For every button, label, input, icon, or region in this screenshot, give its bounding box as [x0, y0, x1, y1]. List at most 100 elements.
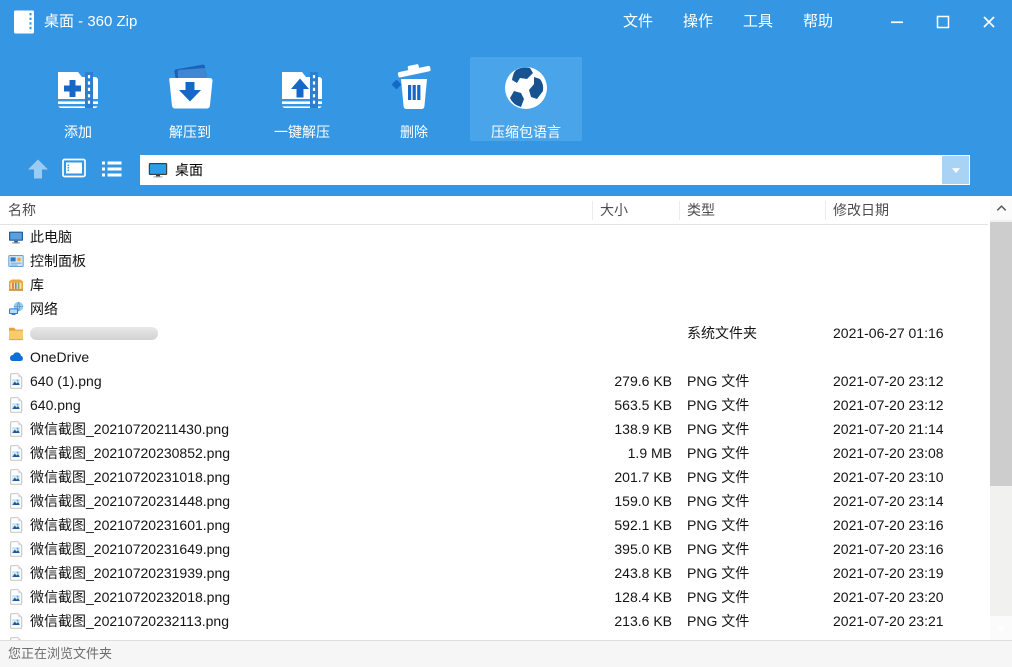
network-icon: [8, 301, 24, 317]
menu-item-file[interactable]: 文件: [608, 0, 668, 44]
table-row[interactable]: 微信截图_20210720230852.png1.9 MBPNG 文件2021-…: [0, 441, 988, 465]
file-date: 2021-07-20 23:19: [833, 561, 944, 585]
extract-to-button[interactable]: 解压到: [134, 57, 246, 141]
file-name: 库: [30, 273, 44, 297]
chevron-down-icon: [994, 621, 1009, 636]
column-header-size[interactable]: 大小: [600, 196, 628, 225]
file-name: 微信截图_20210720211430.png: [30, 417, 229, 441]
tool-label: 解压到: [169, 122, 211, 142]
file-type: PNG 文件: [687, 585, 749, 609]
thumbnail-view-button[interactable]: [59, 155, 89, 183]
column-header-name[interactable]: 名称: [8, 196, 36, 225]
column-header-type[interactable]: 类型: [687, 196, 715, 225]
table-row[interactable]: 微信截图_20210720211430.png 138.9 KB PNG 文件 202…: [0, 417, 988, 441]
maximize-icon: [935, 14, 951, 30]
onedrive-icon: [8, 349, 24, 365]
desktop-icon: [148, 162, 168, 178]
file-type: PNG 文件: [687, 417, 749, 441]
file-name: 微信截图_20210720231939.png: [30, 561, 230, 585]
table-row[interactable]: 控制面板: [0, 249, 988, 273]
table-row[interactable]: 库: [0, 273, 988, 297]
file-date: 2021-07-20 23:08: [833, 441, 944, 465]
file-name: 控制面板: [30, 249, 86, 273]
file-date: 2021-07-20 23:20: [833, 585, 944, 609]
window-controls: [874, 0, 1012, 44]
png-file-icon: [8, 613, 24, 629]
file-name: 640 (1).png: [30, 369, 102, 393]
column-header-date[interactable]: 修改日期: [833, 196, 889, 225]
scroll-down-button[interactable]: [990, 616, 1012, 640]
one-click-extract-button[interactable]: 一键解压: [246, 57, 358, 141]
table-row[interactable]: 640.png563.5 KBPNG 文件2021-07-20 23:12: [0, 393, 988, 417]
menubar: 文件操作工具帮助: [608, 0, 848, 44]
close-icon: [981, 14, 997, 30]
file-name: 微信截图_20210720232113.png: [30, 609, 229, 633]
column-separator: [825, 201, 826, 220]
status-text: 您正在浏览文件夹: [8, 646, 112, 661]
folder-icon: [8, 325, 24, 341]
table-row[interactable]: 微信截图_20210720232018.png128.4 KBPNG 文件202…: [0, 585, 988, 609]
table-row[interactable]: 微信截图_20210720231018.png201.7 KBPNG 文件202…: [0, 465, 988, 489]
file-date: 2021-07-20 23:16: [833, 513, 944, 537]
file-name: 微信截图_20210720231018.png: [30, 465, 230, 489]
minimize-button[interactable]: [874, 0, 920, 44]
address-dropdown-button[interactable]: [942, 156, 969, 184]
titlebar: 桌面 - 360 Zip 文件操作工具帮助: [0, 0, 1012, 44]
file-type: PNG 文件: [687, 393, 749, 417]
table-row[interactable]: 微信截图_20210720231448.png159.0 KBPNG 文件202…: [0, 489, 988, 513]
up-arrow-icon[interactable]: [25, 156, 51, 182]
archive-language-button[interactable]: 压缩包语言: [470, 57, 582, 141]
png-file-icon: [8, 565, 24, 581]
window-chrome: 桌面 - 360 Zip 文件操作工具帮助 添加 解压到 一键解压删除压缩包语言 桌…: [0, 0, 1012, 196]
file-type: PNG 文件: [687, 489, 749, 513]
file-date: 2021-07-20 23:21: [833, 609, 944, 633]
file-size: 201.7 KB: [520, 465, 672, 489]
table-row[interactable]: 系统文件夹2021-06-27 01:16: [0, 321, 988, 345]
scroll-up-button[interactable]: [990, 196, 1012, 220]
file-size: 395.0 KB: [520, 537, 672, 561]
menu-item-tools[interactable]: 工具: [728, 0, 788, 44]
file-type: PNG 文件: [687, 537, 749, 561]
add-archive-icon: [50, 60, 106, 116]
file-name: 网络: [30, 297, 58, 321]
png-file-icon: [8, 541, 24, 557]
table-row[interactable]: OneDrive: [0, 345, 988, 369]
file-size: 159.0 KB: [520, 489, 672, 513]
column-separator: [679, 201, 680, 220]
table-row[interactable]: 640 (1).png279.6 KBPNG 文件2021-07-20 23:1…: [0, 369, 988, 393]
png-file-icon: [8, 397, 24, 413]
menu-item-help[interactable]: 帮助: [788, 0, 848, 44]
maximize-button[interactable]: [920, 0, 966, 44]
address-path: 桌面: [175, 160, 203, 180]
png-file-icon: [8, 373, 24, 389]
table-row[interactable]: 微信截图_20210720231939.png243.8 KBPNG 文件202…: [0, 561, 988, 585]
file-size: 213.6 KB: [520, 609, 672, 633]
table-row[interactable]: 网络: [0, 297, 988, 321]
png-file-icon: [8, 493, 24, 509]
address-input[interactable]: 桌面: [140, 155, 970, 185]
close-button[interactable]: [966, 0, 1012, 44]
scrollbar-thumb[interactable]: [990, 222, 1012, 486]
file-type: PNG 文件: [687, 513, 749, 537]
table-row[interactable]: 微信截图_20210720231601.png592.1 KBPNG 文件202…: [0, 513, 988, 537]
file-size: 592.1 KB: [520, 513, 672, 537]
file-type: PNG 文件: [687, 369, 749, 393]
vertical-scrollbar[interactable]: [990, 196, 1012, 640]
file-name: 微信截图_20210720230852.png: [30, 441, 230, 465]
control-panel-icon: [8, 253, 24, 269]
add-button[interactable]: 添加: [22, 57, 134, 141]
file-size: 138.9 KB: [520, 417, 672, 441]
tool-label: 添加: [64, 122, 92, 142]
delete-button[interactable]: 删除: [358, 57, 470, 141]
list-view-button[interactable]: [97, 155, 127, 183]
table-row[interactable]: 微信截图_20210720232113.png213.6 KBPNG 文件202…: [0, 609, 988, 633]
table-row[interactable]: 微信截图_20210720231649.png395.0 KBPNG 文件202…: [0, 537, 988, 561]
png-file-icon: [8, 445, 24, 461]
table-row[interactable]: 此电脑: [0, 225, 988, 249]
menu-item-action[interactable]: 操作: [668, 0, 728, 44]
png-file-icon: [8, 589, 24, 605]
file-type: 系统文件夹: [687, 321, 757, 345]
file-list: 名称 大小 类型 修改日期 此电脑控制面板库网络系统文件夹2021-06-27 …: [0, 196, 1012, 640]
file-name: 640.png: [30, 393, 81, 417]
file-date: 2021-07-20 21:14: [833, 417, 944, 441]
